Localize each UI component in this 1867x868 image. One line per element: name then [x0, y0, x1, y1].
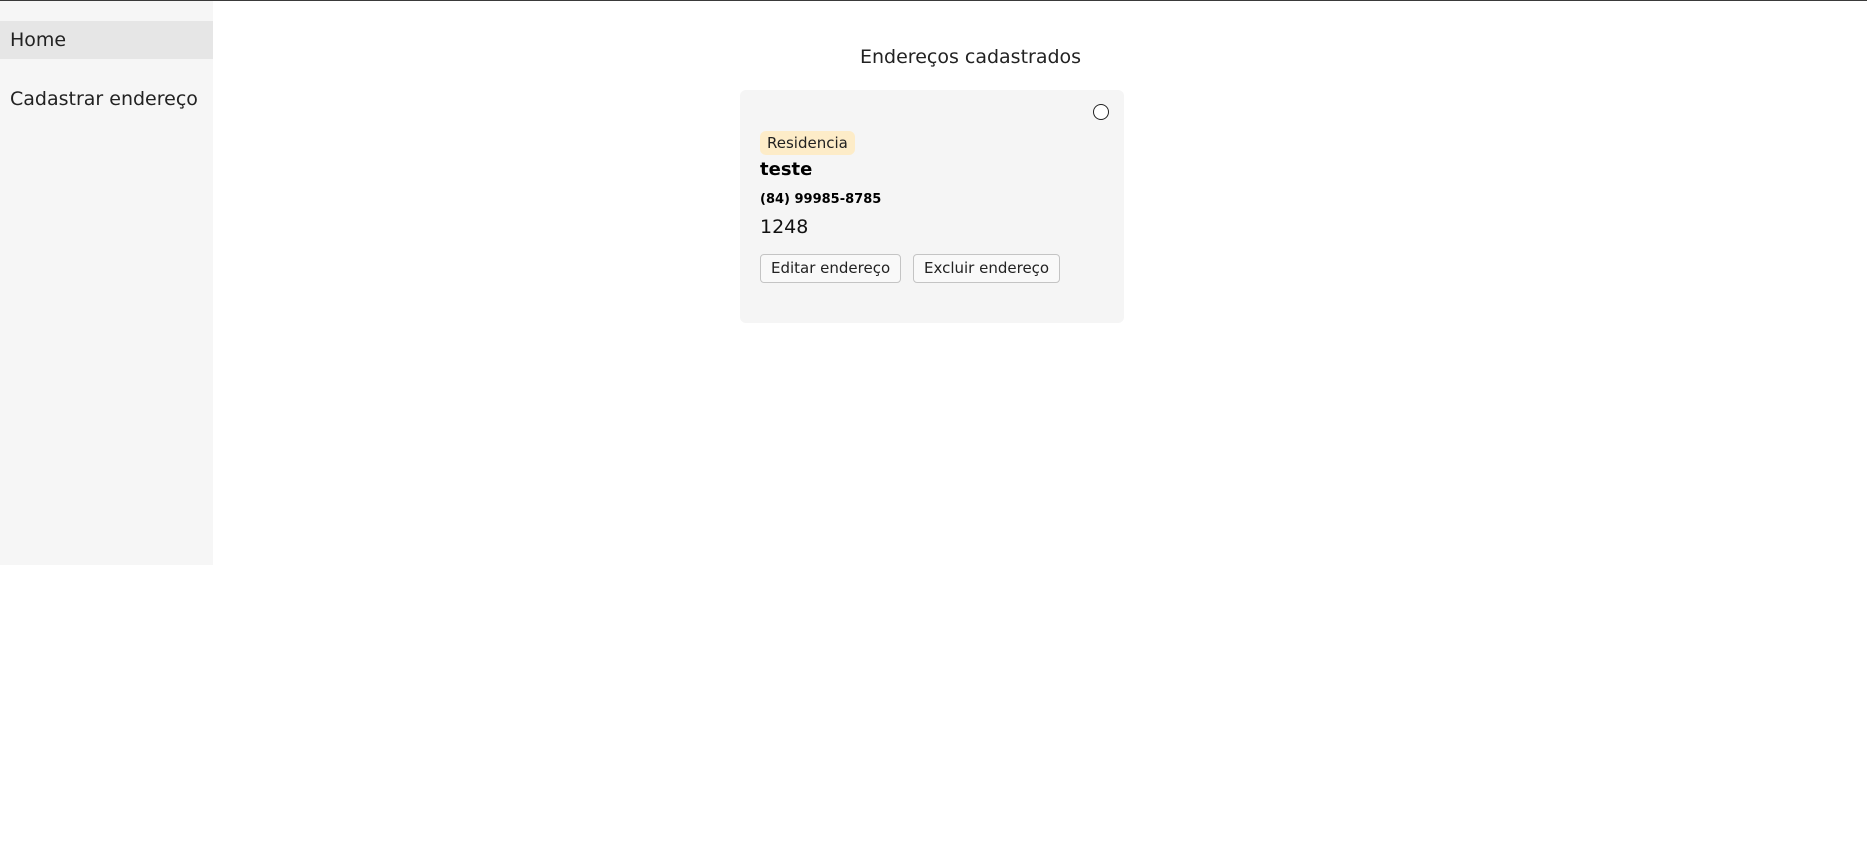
delete-address-button[interactable]: Excluir endereço — [913, 254, 1061, 283]
top-border — [0, 0, 1867, 1]
sidebar-item-label: Cadastrar endereço — [10, 88, 198, 110]
sidebar: Home Cadastrar endereço — [0, 1, 213, 565]
address-select-radio[interactable] — [1093, 104, 1109, 120]
sidebar-item-cadastrar-endereco[interactable]: Cadastrar endereço — [0, 80, 213, 118]
address-phone: (84) 99985-8785 — [760, 192, 882, 207]
address-number: 1248 — [760, 216, 809, 238]
address-type-badge: Residencia — [760, 131, 855, 155]
address-card: Residencia teste (84) 99985-8785 1248 Ed… — [740, 90, 1124, 323]
address-name: teste — [760, 159, 813, 180]
sidebar-item-label: Home — [10, 29, 67, 51]
edit-address-button[interactable]: Editar endereço — [760, 254, 902, 283]
sidebar-item-home[interactable]: Home — [0, 21, 213, 59]
page-title: Endereços cadastrados — [860, 46, 1082, 68]
